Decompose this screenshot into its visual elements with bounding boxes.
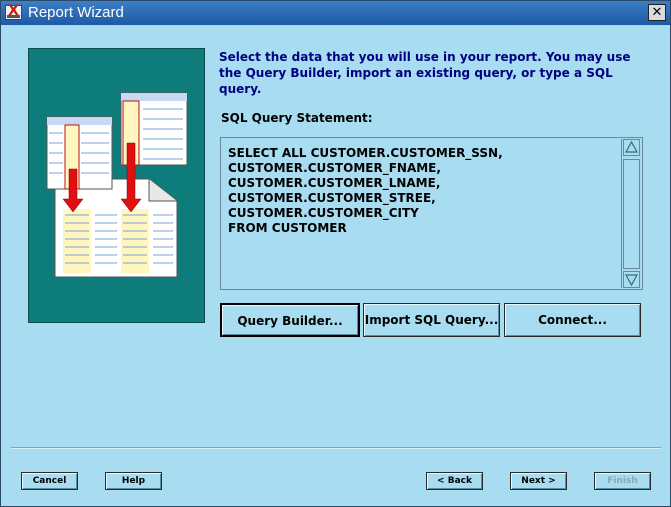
report-wizard-window: X Report Wizard ✕ Select the data that y… bbox=[0, 0, 671, 507]
sql-query-text[interactable]: SELECT ALL CUSTOMER.CUSTOMER_SSN, CUSTOM… bbox=[228, 146, 503, 236]
query-builder-button[interactable]: Query Builder... bbox=[220, 303, 360, 337]
sql-scrollbar[interactable] bbox=[621, 139, 641, 288]
help-button[interactable]: Help bbox=[105, 472, 162, 490]
sql-query-textarea[interactable]: SELECT ALL CUSTOMER.CUSTOMER_SSN, CUSTOM… bbox=[220, 137, 643, 290]
connect-button[interactable]: Connect... bbox=[504, 303, 641, 337]
report-illustration-graphic bbox=[46, 92, 188, 278]
finish-button[interactable]: Finish bbox=[594, 472, 651, 490]
wizard-illustration bbox=[28, 48, 205, 323]
window-title: Report Wizard bbox=[28, 4, 124, 21]
source-table-left-graphic bbox=[46, 116, 113, 190]
footer-separator bbox=[11, 447, 661, 449]
next-button[interactable]: Next > bbox=[510, 472, 567, 490]
title-bar[interactable]: X Report Wizard ✕ bbox=[1, 1, 670, 25]
import-sql-query-button[interactable]: Import SQL Query... bbox=[363, 303, 500, 337]
close-button[interactable]: ✕ bbox=[648, 4, 666, 21]
sql-query-label: SQL Query Statement: bbox=[221, 111, 373, 125]
scroll-down-icon[interactable] bbox=[623, 271, 640, 288]
back-button[interactable]: < Back bbox=[426, 472, 483, 490]
close-icon: ✕ bbox=[651, 5, 663, 20]
instructions-text: Select the data that you will use in you… bbox=[219, 50, 631, 96]
app-icon[interactable]: X bbox=[5, 3, 22, 20]
cancel-button[interactable]: Cancel bbox=[21, 472, 78, 490]
scroll-up-icon[interactable] bbox=[623, 139, 640, 156]
scroll-thumb[interactable] bbox=[623, 159, 640, 269]
